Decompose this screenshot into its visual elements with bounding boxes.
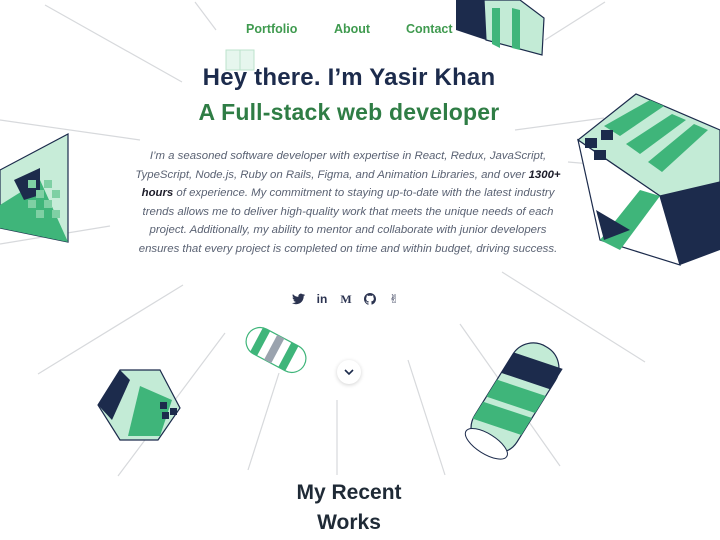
github-icon[interactable]: [363, 292, 377, 306]
prism-shape-left: [0, 133, 69, 243]
recent-works-line1: My Recent: [296, 481, 402, 504]
hero-bio: I’m a seasoned software developer with e…: [130, 147, 566, 259]
linkedin-icon[interactable]: in: [315, 292, 329, 306]
hero-role: A Full-stack web developer: [198, 99, 500, 125]
bio-text-start: I’m a seasoned software developer with e…: [135, 150, 547, 181]
pill-shape-center: [245, 326, 307, 374]
twitter-icon[interactable]: [291, 292, 305, 306]
recent-works-heading: My Recent Works: [0, 478, 698, 538]
recent-works-line2: Works: [317, 511, 381, 534]
social-links: in M ✌: [291, 292, 401, 306]
cube-shape-bottom-left: [97, 369, 181, 441]
nav-link-portfolio[interactable]: Portfolio: [246, 22, 297, 36]
nav-link-about[interactable]: About: [334, 22, 370, 36]
medium-icon[interactable]: M: [339, 292, 353, 306]
scroll-down-button[interactable]: [337, 360, 361, 384]
bio-text-end: of experience. My commitment to staying …: [138, 187, 558, 255]
hero-greeting: Hey there. I’m Yasir Khan: [202, 64, 496, 91]
block-shape-top-right: [456, 0, 545, 56]
angellist-icon[interactable]: ✌: [387, 292, 401, 306]
chevron-down-icon: [344, 368, 354, 375]
nav-link-contact[interactable]: Contact: [406, 22, 453, 36]
cylinder-shape-bottom-right: [464, 342, 563, 460]
